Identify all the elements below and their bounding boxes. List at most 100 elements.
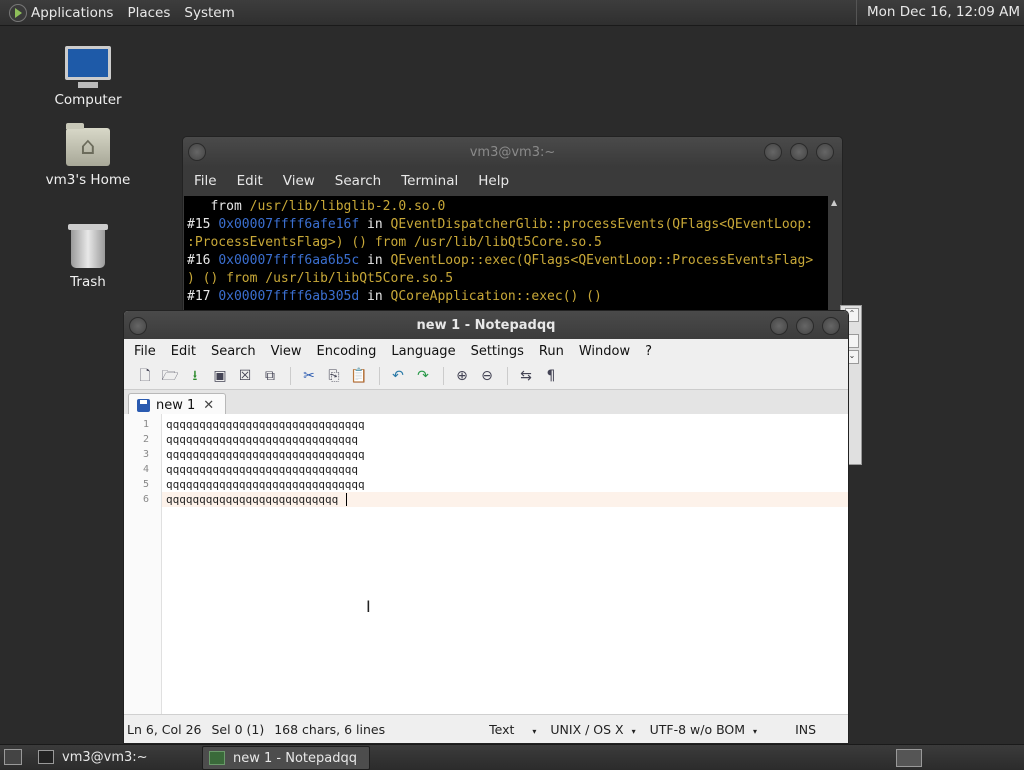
terminal-icon <box>38 750 54 764</box>
terminal-text-segment: in <box>359 217 391 232</box>
status-encoding: UTF-8 w/o BOM <box>649 721 746 737</box>
terminal-text-segment: 0x00007ffff6afe16f <box>218 217 360 232</box>
toolbar-separator <box>443 367 444 385</box>
close-icon[interactable] <box>822 317 840 335</box>
undo-icon[interactable]: ↶ <box>389 367 407 385</box>
tab-close-icon[interactable]: ✕ <box>203 398 214 413</box>
status-eol: UNIX / OS X <box>550 721 624 737</box>
terminal-menubar: File Edit View Search Terminal Help <box>183 167 842 195</box>
terminal-menu-search[interactable]: Search <box>335 173 381 189</box>
terminal-menu-view[interactable]: View <box>283 173 315 189</box>
terminal-output[interactable]: from /usr/lib/libglib-2.0.so.0 #15 0x0000… <box>184 196 828 317</box>
open-folder-icon[interactable]: 🗁 <box>161 367 179 385</box>
taskbar-item-notepadqq[interactable]: new 1 - Notepadqq <box>202 746 370 770</box>
close-icon[interactable] <box>816 143 834 161</box>
status-language: Text <box>489 721 515 737</box>
show-all-characters-icon[interactable]: ¶ <box>542 367 560 385</box>
terminal-menu-terminal[interactable]: Terminal <box>401 173 458 189</box>
terminal-line: #15 0x00007ffff6afe16f in QEventDispatch… <box>187 216 828 234</box>
zoom-out-icon[interactable]: ⊖ <box>478 367 496 385</box>
menu-language[interactable]: Language <box>391 344 455 359</box>
menu-file[interactable]: File <box>134 344 156 359</box>
save-all-icon[interactable]: ▣ <box>211 367 229 385</box>
menu-encoding[interactable]: Encoding <box>316 344 376 359</box>
terminal-menu-edit[interactable]: Edit <box>237 173 263 189</box>
new-file-icon[interactable]: 🗋 <box>136 367 154 385</box>
terminal-text-segment: :ProcessEventsFlag>) () from <box>187 235 414 250</box>
status-insert-mode[interactable]: INS <box>795 722 816 737</box>
menu-help[interactable]: ? <box>645 344 652 359</box>
code-line[interactable]: qqqqqqqqqqqqqqqqqqqqqqqqqq <box>166 492 365 507</box>
terminal-line: #17 0x00007ffff6ab305d in QCoreApplicati… <box>187 288 828 306</box>
word-wrap-icon[interactable]: ⇆ <box>517 367 535 385</box>
code-line[interactable]: qqqqqqqqqqqqqqqqqqqqqqqqqqqqq <box>166 432 365 447</box>
menu-search[interactable]: Search <box>211 344 256 359</box>
terminal-text-segment: QCoreApplication::exec() () <box>390 289 602 304</box>
minimize-icon[interactable] <box>770 317 788 335</box>
terminal-menu-file[interactable]: File <box>194 173 217 189</box>
cut-icon[interactable]: ✂ <box>300 367 318 385</box>
notepadqq-toolbar: 🗋 🗁 ⭳ ▣ ☒ ⧉ ✂ ⎘ 📋 ↶ ↷ ⊕ ⊖ ⇆ ¶ <box>124 363 848 390</box>
terminal-text-segment: from <box>187 199 250 214</box>
line-number: 1 <box>142 419 149 430</box>
status-language-dropdown[interactable]: Text ▾ <box>489 722 536 737</box>
redo-icon[interactable]: ↷ <box>414 367 432 385</box>
code-line[interactable]: qqqqqqqqqqqqqqqqqqqqqqqqqqqqqq <box>166 477 365 492</box>
toolbar-separator <box>290 367 291 385</box>
workspace-switcher-icon[interactable] <box>896 749 922 767</box>
menu-edit[interactable]: Edit <box>171 344 196 359</box>
home-folder-icon <box>66 123 110 166</box>
taskbar-label: new 1 - Notepadqq <box>233 750 357 766</box>
menu-places[interactable]: Places <box>127 5 170 21</box>
status-encoding-dropdown[interactable]: UTF-8 w/o BOM ▾ <box>650 722 757 737</box>
taskbar-item-terminal[interactable]: vm3@vm3:~ <box>32 746 198 768</box>
show-desktop-icon[interactable] <box>4 749 22 765</box>
desktop-icon-home[interactable]: vm3's Home <box>38 123 138 188</box>
applications-logo-icon[interactable] <box>9 3 27 22</box>
desktop-icon-trash[interactable]: Trash <box>38 224 138 290</box>
code-line[interactable]: qqqqqqqqqqqqqqqqqqqqqqqqqqqqq <box>166 462 365 477</box>
maximize-icon[interactable] <box>790 143 808 161</box>
code-line[interactable]: qqqqqqqqqqqqqqqqqqqqqqqqqqqqqq <box>166 447 365 462</box>
notepadqq-titlebar[interactable]: new 1 - Notepadqq <box>124 311 848 339</box>
paste-icon[interactable]: 📋 <box>350 367 368 385</box>
copy-icon[interactable]: ⎘ <box>325 367 343 385</box>
code-line[interactable]: qqqqqqqqqqqqqqqqqqqqqqqqqqqqqq <box>166 417 365 432</box>
dropdown-arrow-icon: ▾ <box>532 726 537 736</box>
menu-run[interactable]: Run <box>539 344 564 359</box>
editor-area[interactable]: 123456 qqqqqqqqqqqqqqqqqqqqqqqqqqqqqq qqq… <box>124 414 848 714</box>
tab-new-1[interactable]: new 1 ✕ <box>128 393 226 416</box>
menu-applications[interactable]: Applications <box>31 5 113 21</box>
terminal-text-segment: /usr/lib/libQt5Core.so.5 <box>413 235 602 250</box>
terminal-scrollbar[interactable] <box>828 196 842 317</box>
desktop-icon-computer[interactable]: Computer <box>38 46 138 108</box>
close-all-icon[interactable]: ⧉ <box>261 367 279 385</box>
terminal-text-segment: 0x00007ffff6ab305d <box>218 289 360 304</box>
notepadqq-icon <box>209 751 225 765</box>
clock[interactable]: Mon Dec 16, 12:09 AM <box>855 0 1020 25</box>
terminal-line: #16 0x00007ffff6aa6b5c in QEventLoop::ex… <box>187 252 828 270</box>
menu-window[interactable]: Window <box>579 344 630 359</box>
status-eol-dropdown[interactable]: UNIX / OS X ▾ <box>550 722 635 737</box>
terminal-text-segment: #17 <box>187 289 219 304</box>
maximize-icon[interactable] <box>796 317 814 335</box>
terminal-menu-help[interactable]: Help <box>478 173 509 189</box>
terminal-titlebar[interactable]: vm3@vm3:~ <box>183 137 842 167</box>
line-number: 4 <box>142 464 149 475</box>
menu-system[interactable]: System <box>184 5 234 21</box>
desktop-icon-label: Computer <box>54 92 122 108</box>
line-number: 3 <box>142 449 149 460</box>
notepadqq-title: new 1 - Notepadqq <box>416 318 556 333</box>
notepadqq-window[interactable]: new 1 - Notepadqq File Edit Search View … <box>123 310 849 744</box>
menu-settings[interactable]: Settings <box>471 344 524 359</box>
terminal-window[interactable]: vm3@vm3:~ File Edit View Search Terminal… <box>182 136 843 318</box>
minimize-icon[interactable] <box>764 143 782 161</box>
zoom-in-icon[interactable]: ⊕ <box>453 367 471 385</box>
line-number-gutter: 1 2 3 4 5 6 <box>124 414 162 714</box>
editor-text[interactable]: qqqqqqqqqqqqqqqqqqqqqqqqqqqqqq qqqqqqqqqq… <box>166 417 365 507</box>
status-bar: Ln 6, Col 26 Sel 0 (1) 168 chars, 6 line… <box>124 714 848 743</box>
close-file-icon[interactable]: ☒ <box>236 367 254 385</box>
menu-view[interactable]: View <box>271 344 302 359</box>
terminal-text-segment: #16 <box>187 253 219 268</box>
save-icon[interactable]: ⭳ <box>186 367 204 385</box>
